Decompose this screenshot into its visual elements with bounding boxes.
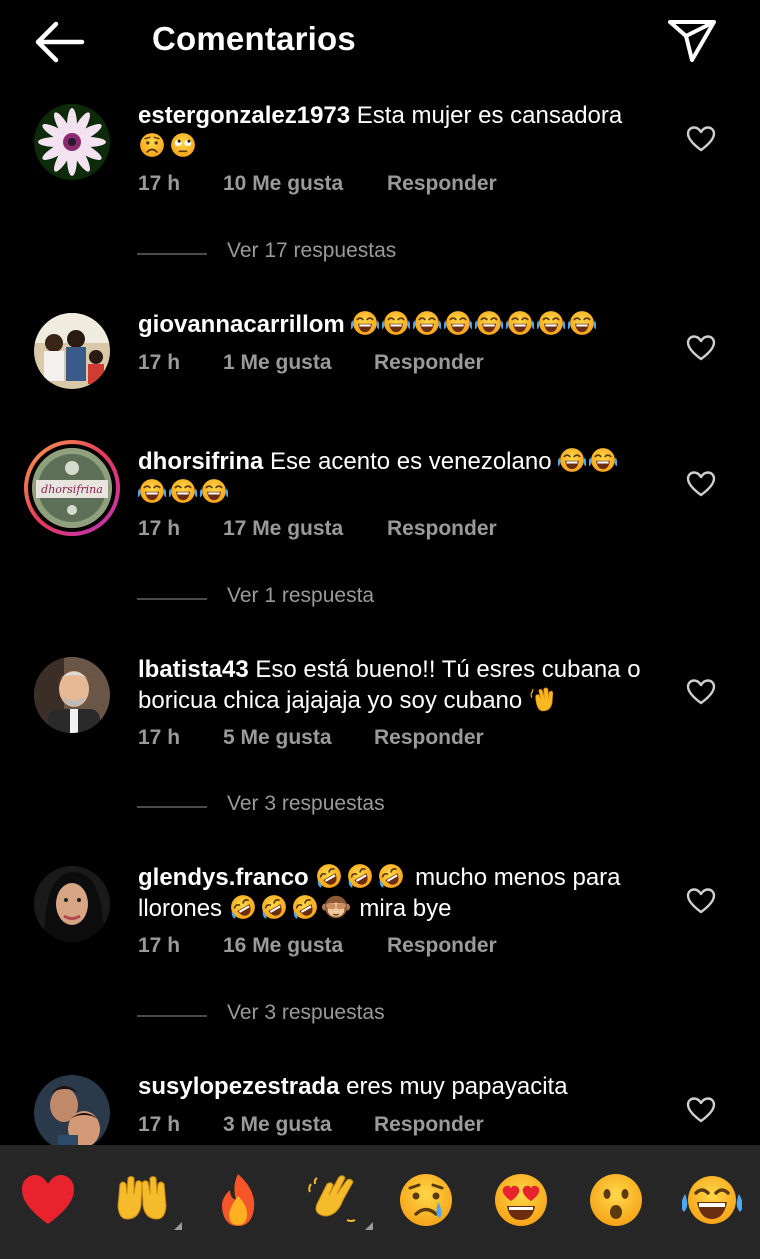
- emoji-reaction-bar: [0, 1145, 760, 1259]
- comment-text: susylopezestrada eres muy papayacita: [138, 1071, 668, 1102]
- joy-face-icon[interactable]: [681, 1170, 743, 1230]
- comment-username[interactable]: giovannacarrillom: [138, 311, 345, 338]
- red-heart-icon[interactable]: [18, 1170, 78, 1230]
- comment-text: estergonzalez1973 Esta mujer es cansador…: [138, 100, 668, 162]
- rofl-emoji: [229, 893, 257, 921]
- divider-line: [137, 806, 207, 808]
- comment-message: eres muy papayacita: [346, 1073, 568, 1100]
- reply-button[interactable]: Responder: [387, 934, 497, 958]
- skin-tone-indicator: [174, 1222, 182, 1230]
- comment-text: giovannacarrillom: [138, 309, 668, 340]
- comment-time: 17 h: [138, 934, 181, 957]
- heart-outline-icon[interactable]: [686, 125, 716, 153]
- comment-emoji-row: [351, 311, 599, 338]
- comment-text: dhorsifrina Ese acento es venezolano: [138, 446, 668, 508]
- view-replies-label: Ver 1 respuesta: [227, 584, 375, 607]
- divider-line: [137, 1015, 207, 1017]
- rolling-eyes-emoji: [169, 131, 197, 159]
- rofl-emoji: [315, 862, 343, 890]
- waving-hand-emoji: [529, 685, 557, 713]
- divider-line: [137, 253, 207, 255]
- comment-time: 17 h: [138, 726, 181, 749]
- reply-button[interactable]: Responder: [374, 1113, 484, 1137]
- divider-line: [137, 598, 207, 600]
- rofl-emoji: [346, 862, 374, 890]
- avatar[interactable]: [34, 1075, 110, 1145]
- heart-eyes-icon[interactable]: [491, 1170, 551, 1230]
- comment-time: 17 h: [138, 517, 181, 540]
- worried-face-emoji: [138, 131, 166, 159]
- joy-emoji: [413, 309, 441, 337]
- joy-emoji: [558, 446, 586, 474]
- comment-message: Ese acento es venezolano: [270, 448, 552, 475]
- avatar[interactable]: [34, 657, 110, 733]
- comment-likes[interactable]: 10 Me gusta: [223, 172, 343, 196]
- joy-emoji: [138, 477, 166, 505]
- joy-emoji: [444, 309, 472, 337]
- heart-outline-icon[interactable]: [686, 470, 716, 498]
- joy-emoji: [568, 309, 596, 337]
- comment-message-line-2: boricua chica jajajaja yo soy cubano: [138, 687, 523, 714]
- comment-message-line-1: Eso está bueno!! Tú esres cubana o: [255, 656, 641, 683]
- avatar-brand-text: dhorsifrina: [41, 483, 103, 496]
- comment-time: 17 h: [138, 172, 181, 195]
- raising-hands-icon[interactable]: [112, 1170, 182, 1230]
- reply-button[interactable]: Responder: [374, 351, 484, 375]
- view-replies-label: Ver 3 respuestas: [227, 1001, 385, 1024]
- comment-likes[interactable]: 3 Me gusta: [223, 1113, 332, 1137]
- heart-outline-icon[interactable]: [686, 887, 716, 915]
- rofl-emoji: [291, 893, 319, 921]
- clapping-hands-icon[interactable]: [303, 1170, 373, 1230]
- heart-outline-icon[interactable]: [686, 334, 716, 362]
- comment-username[interactable]: dhorsifrina: [138, 448, 263, 475]
- view-replies-button[interactable]: Ver 3 respuestas: [137, 792, 537, 822]
- comment-username[interactable]: susylopezestrada: [138, 1073, 339, 1100]
- reply-button[interactable]: Responder: [387, 517, 497, 541]
- comment-likes[interactable]: 1 Me gusta: [223, 351, 332, 375]
- view-replies-button[interactable]: Ver 3 respuestas: [137, 1001, 537, 1031]
- comment-list[interactable]: estergonzalez1973 Esta mujer es cansador…: [0, 0, 760, 1145]
- joy-emoji: [537, 309, 565, 337]
- joy-emoji: [475, 309, 503, 337]
- comment-message-part-3: mira bye: [359, 895, 452, 922]
- comment-time: 17 h: [138, 351, 181, 374]
- rofl-emoji: [260, 893, 288, 921]
- reply-button[interactable]: Responder: [374, 726, 484, 750]
- comment-time: 17 h: [138, 1113, 181, 1136]
- crying-face-icon[interactable]: [396, 1170, 456, 1230]
- comment-message-part-2: llorones: [138, 895, 223, 922]
- comment-message-part-1: mucho menos para: [415, 864, 621, 891]
- heart-outline-icon[interactable]: [686, 678, 716, 706]
- view-replies-label: Ver 3 respuestas: [227, 792, 385, 815]
- skin-tone-indicator: [365, 1222, 373, 1230]
- see-no-evil-monkey-emoji: [322, 893, 350, 921]
- avatar[interactable]: [34, 104, 110, 180]
- joy-emoji: [351, 309, 379, 337]
- joy-emoji: [169, 477, 197, 505]
- view-replies-label: Ver 17 respuestas: [227, 239, 397, 262]
- comment-message: Esta mujer es cansadora: [356, 102, 623, 129]
- avatar[interactable]: [34, 866, 110, 942]
- comment-text: lbatista43 Eso está bueno!! Tú esres cub…: [138, 654, 668, 716]
- comment-username[interactable]: glendys.franco: [138, 864, 309, 891]
- rofl-emoji: [377, 862, 405, 890]
- surprised-face-icon[interactable]: [586, 1170, 646, 1230]
- heart-outline-icon[interactable]: [686, 1096, 716, 1124]
- avatar[interactable]: [34, 313, 110, 389]
- avatar-with-story-ring[interactable]: dhorsifrina: [24, 440, 120, 536]
- view-replies-button[interactable]: Ver 17 respuestas: [137, 239, 537, 269]
- fire-icon[interactable]: [208, 1170, 268, 1230]
- reply-button[interactable]: Responder: [387, 172, 497, 196]
- comment-likes[interactable]: 17 Me gusta: [223, 517, 343, 541]
- joy-emoji: [506, 309, 534, 337]
- joy-emoji: [200, 477, 228, 505]
- view-replies-button[interactable]: Ver 1 respuesta: [137, 584, 537, 614]
- comment-username[interactable]: estergonzalez1973: [138, 102, 350, 129]
- comment-username[interactable]: lbatista43: [138, 656, 249, 683]
- joy-emoji: [589, 446, 617, 474]
- comment-text: glendys.franco mucho menos para llorones…: [138, 862, 668, 924]
- joy-emoji: [382, 309, 410, 337]
- comment-likes[interactable]: 16 Me gusta: [223, 934, 343, 958]
- comment-likes[interactable]: 5 Me gusta: [223, 726, 332, 750]
